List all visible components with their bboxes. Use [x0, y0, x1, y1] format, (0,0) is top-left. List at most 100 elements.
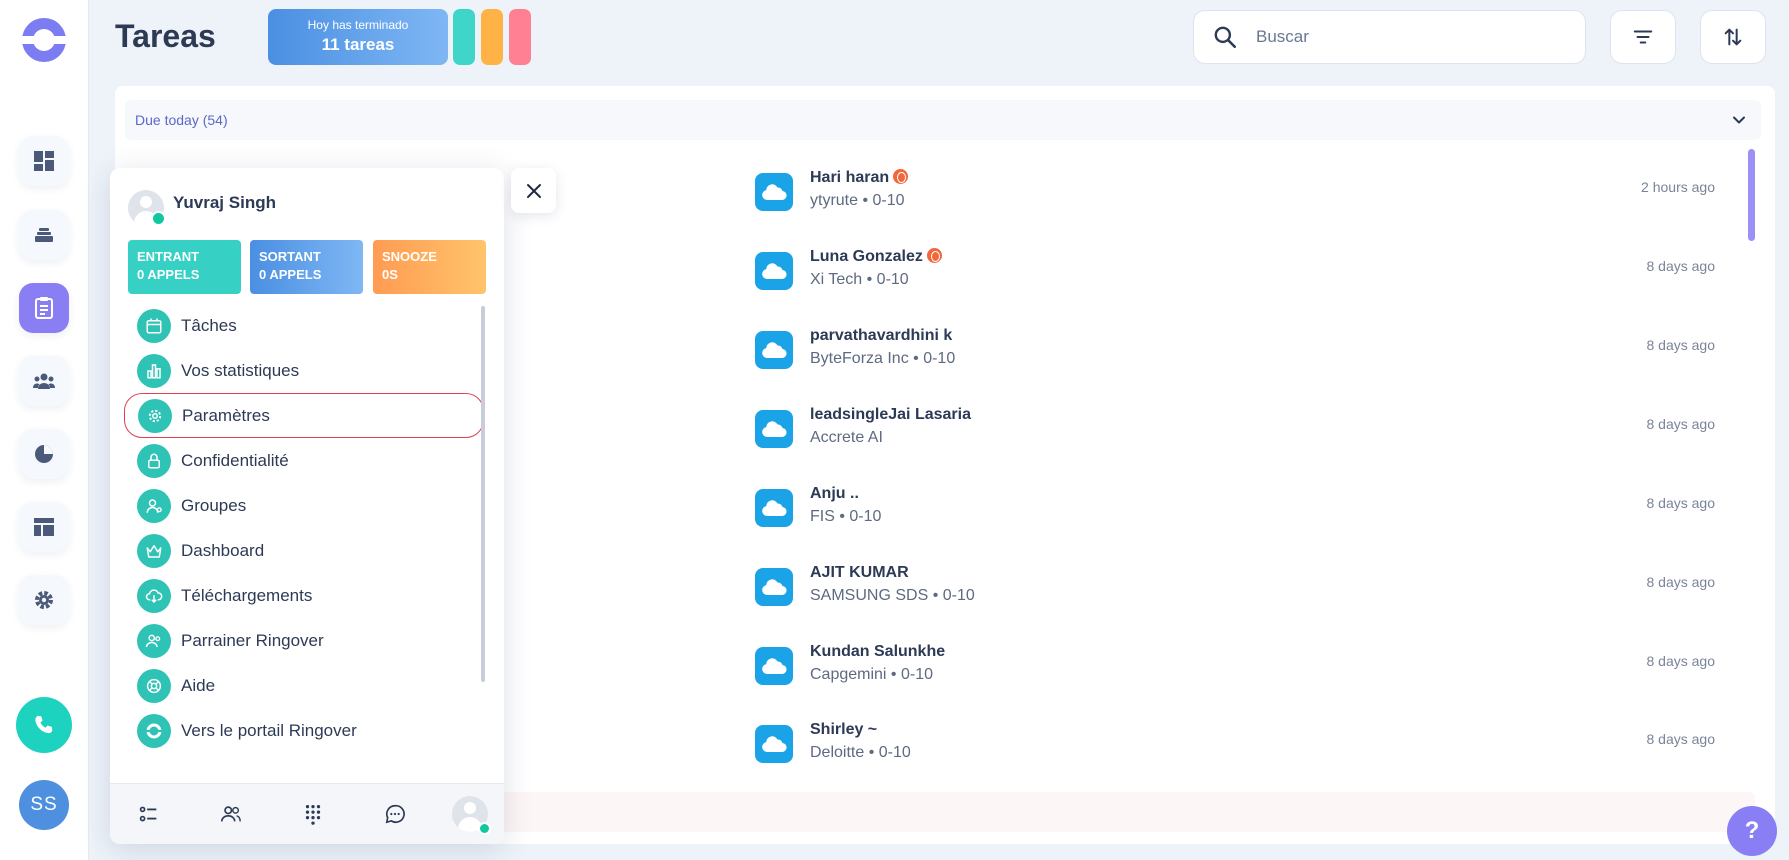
search-input[interactable]	[1256, 27, 1556, 47]
menu-item-label: Vers le portail Ringover	[181, 720, 357, 740]
help-button[interactable]: ?	[1727, 806, 1777, 856]
rail-tasks-button[interactable]	[19, 283, 69, 333]
menu-item-telechargements[interactable]: Téléchargements	[124, 573, 484, 618]
task-row[interactable]: leadsingleJai Lasaria Accrete AI 8 days ag…	[755, 400, 1715, 456]
task-company: Accrete AI	[810, 429, 883, 446]
task-contact-name[interactable]: Anju ..	[810, 485, 859, 503]
contacts-icon	[221, 806, 241, 822]
outgoing-value: 0 APPELS	[259, 267, 322, 282]
chevron-down-icon[interactable]	[1729, 110, 1749, 130]
task-company: SAMSUNG SDS • 0-10	[810, 587, 975, 604]
task-time: 8 days ago	[1646, 258, 1716, 274]
task-row[interactable]: Anju .. FIS • 0-10 8 days ago	[755, 479, 1715, 535]
task-row[interactable]: Luna Gonzalez Xi Tech • 0-10 8 days ago	[755, 242, 1715, 298]
close-icon	[526, 183, 541, 198]
menu-item-parametres[interactable]: Paramètres	[124, 393, 484, 438]
sort-button[interactable]	[1700, 10, 1766, 64]
lifebuoy-icon	[137, 668, 171, 703]
task-time: 8 days ago	[1646, 731, 1716, 747]
user-avatar[interactable]: SS	[19, 780, 69, 830]
bar-chart-icon	[137, 353, 171, 388]
due-today-section-header[interactable]: Due today (54)	[125, 100, 1761, 140]
rail-contacts-button[interactable]	[19, 356, 69, 406]
task-company: ytyrute • 0-10	[810, 192, 905, 209]
salesforce-icon	[755, 410, 793, 448]
popover-footer-nav	[110, 783, 504, 844]
question-icon: ?	[1744, 817, 1760, 844]
menu-item-label: Tâches	[181, 315, 237, 335]
task-contact-name[interactable]: parvathavardhini k	[810, 327, 952, 345]
inbox-icon	[35, 228, 53, 242]
task-time: 8 days ago	[1646, 416, 1716, 432]
task-row[interactable]: Kundan Salunkhe Capgemini • 0-10 8 days ag…	[755, 637, 1715, 693]
settings-icon	[35, 591, 53, 609]
ringover-logo[interactable]	[22, 18, 66, 62]
section-label: Due today (54)	[135, 112, 228, 128]
status-chip-pink[interactable]	[509, 9, 531, 65]
rail-layout-button[interactable]	[19, 502, 69, 552]
task-contact-name[interactable]: Luna Gonzalez	[810, 248, 942, 266]
status-chip-teal[interactable]	[453, 9, 475, 65]
overdue-section-strip[interactable]	[335, 792, 1755, 832]
menu-item-statistiques[interactable]: Vos statistiques	[124, 348, 484, 393]
search-icon	[1214, 26, 1237, 49]
menu-item-label: Aide	[181, 675, 216, 695]
contact-name-text: Kundan Salunkhe	[810, 643, 946, 660]
salesforce-icon	[755, 489, 793, 527]
task-contact-name[interactable]: leadsingleJai Lasaria	[810, 406, 971, 424]
footer-contacts-button[interactable]	[216, 799, 246, 829]
dialer-button[interactable]	[16, 697, 72, 753]
outgoing-calls-stat: SORTANT 0 APPELS	[250, 240, 363, 294]
referral-icon	[137, 623, 171, 658]
rail-settings-button[interactable]	[19, 575, 69, 625]
menu-item-label: Groupes	[181, 495, 247, 515]
snooze-label: SNOOZE	[382, 249, 437, 264]
task-company: Xi Tech • 0-10	[810, 271, 909, 288]
snooze-stat: SNOOZE 0S	[373, 240, 486, 294]
task-contact-name[interactable]: Shirley ~	[810, 721, 877, 739]
salesforce-icon	[755, 173, 793, 211]
search-bar[interactable]	[1193, 10, 1586, 64]
footer-status-dot	[478, 822, 491, 835]
profile-name: Yuvraj Singh	[173, 193, 276, 212]
contacts-icon	[33, 373, 55, 389]
menu-scrollbar[interactable]	[481, 306, 485, 682]
task-row[interactable]: parvathavardhini k ByteForza Inc • 0-10 8 …	[755, 321, 1715, 377]
menu-item-groupes[interactable]: Groupes	[124, 483, 484, 528]
status-chip-orange[interactable]	[481, 9, 503, 65]
task-row[interactable]: Shirley ~ Deloitte • 0-10 8 days ago	[755, 715, 1715, 771]
scrollbar-thumb[interactable]	[1748, 149, 1755, 241]
hot-lead-icon	[926, 248, 942, 263]
menu-item-confidentialite[interactable]: Confidentialité	[124, 438, 484, 483]
menu-item-taches[interactable]: Tâches	[124, 303, 484, 348]
task-company: Deloitte • 0-10	[810, 744, 911, 761]
close-popover-button[interactable]	[511, 168, 556, 213]
menu-item-portail[interactable]: Vers le portail Ringover	[124, 708, 484, 753]
menu-item-dashboard[interactable]: Dashboard	[124, 528, 484, 573]
rail-dashboard-button[interactable]	[19, 136, 69, 186]
tasks-icon	[35, 297, 53, 319]
task-contact-name[interactable]: Hari haran	[810, 169, 909, 187]
footer-chat-button[interactable]	[380, 799, 410, 829]
rail-inbox-button[interactable]	[19, 210, 69, 260]
menu-item-aide[interactable]: Aide	[124, 663, 484, 708]
task-row[interactable]: AJIT KUMAR SAMSUNG SDS • 0-10 8 days ago	[755, 558, 1715, 614]
task-contact-name[interactable]: Kundan Salunkhe	[810, 643, 945, 661]
task-row[interactable]: Hari haran ytyrute • 0-10 2 hours ago	[755, 163, 1715, 219]
filter-button[interactable]	[1610, 10, 1676, 64]
task-company: Capgemini • 0-10	[810, 666, 933, 683]
gear-icon	[138, 398, 172, 433]
task-contact-name[interactable]: AJIT KUMAR	[810, 564, 909, 582]
banner-caption: Hoy has terminado	[307, 18, 409, 32]
rail-analytics-button[interactable]	[19, 429, 69, 479]
footer-dialpad-button[interactable]	[298, 799, 328, 829]
filter-icon	[1633, 30, 1653, 44]
analytics-icon	[35, 445, 53, 463]
footer-tasks-button[interactable]	[134, 799, 164, 829]
task-time: 2 hours ago	[1641, 179, 1715, 195]
outgoing-label: SORTANT	[259, 249, 321, 264]
task-time: 8 days ago	[1646, 653, 1716, 669]
ringover-logo-icon	[137, 713, 171, 748]
menu-item-parrainer[interactable]: Parrainer Ringover	[124, 618, 484, 663]
contact-name-text: AJIT KUMAR	[810, 564, 909, 581]
